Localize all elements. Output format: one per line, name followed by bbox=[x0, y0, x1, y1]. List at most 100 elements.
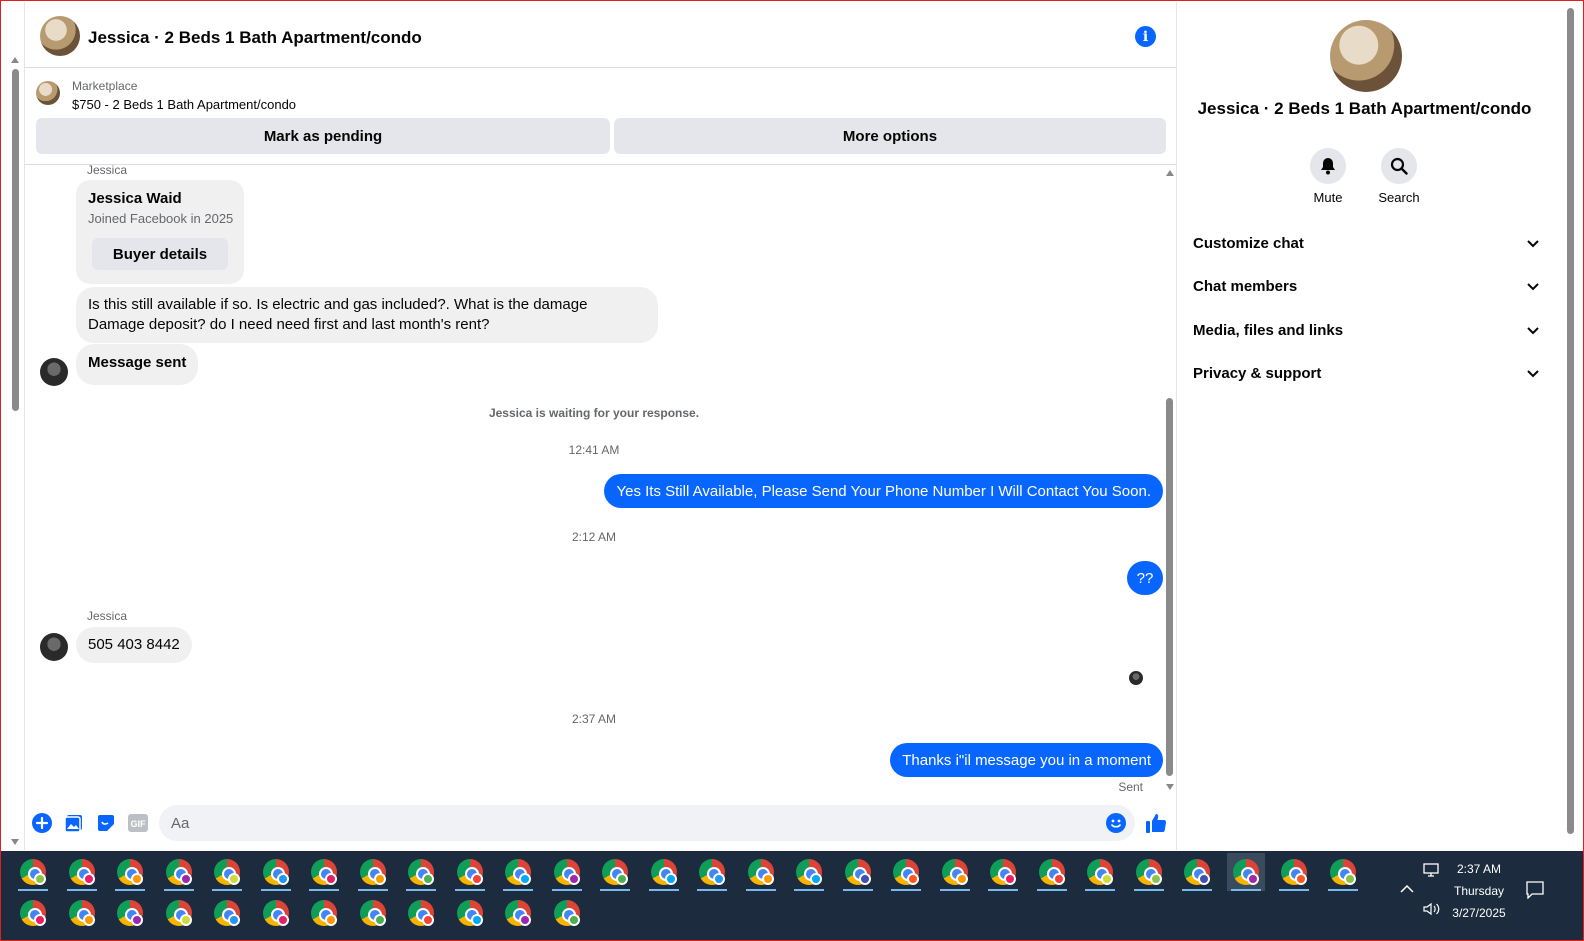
running-indicator bbox=[503, 889, 533, 891]
scroll-thumb[interactable] bbox=[12, 69, 19, 411]
conversation-avatar[interactable] bbox=[40, 16, 80, 56]
taskbar-app-icon[interactable] bbox=[63, 894, 101, 932]
outgoing-message[interactable]: ?? bbox=[1127, 561, 1163, 595]
messages-scrollbar[interactable] bbox=[1164, 168, 1176, 792]
listing-title[interactable]: $750 - 2 Beds 1 Bath Apartment/condo bbox=[72, 97, 296, 112]
scroll-down-arrow[interactable] bbox=[1166, 784, 1174, 790]
taskbar-app-icon[interactable] bbox=[451, 894, 489, 932]
page-scrollbar[interactable] bbox=[8, 55, 22, 847]
profile-badge-icon bbox=[1246, 873, 1259, 885]
message-input[interactable] bbox=[159, 805, 1135, 841]
taskbar-app-icon[interactable] bbox=[354, 894, 392, 932]
scroll-thumb[interactable] bbox=[1166, 398, 1173, 776]
taskbar-app-icon[interactable] bbox=[451, 853, 489, 891]
taskbar-app-icon[interactable] bbox=[111, 853, 149, 891]
more-options-button[interactable]: More options bbox=[614, 118, 1166, 154]
section-chat-members[interactable]: Chat members bbox=[1193, 266, 1540, 306]
taskbar-app-icon[interactable] bbox=[257, 894, 295, 932]
taskbar-app-icon[interactable] bbox=[1226, 853, 1265, 891]
taskbar-app-icon[interactable] bbox=[257, 853, 295, 891]
info-icon[interactable]: i bbox=[1135, 26, 1156, 47]
taskbar-app-icon[interactable] bbox=[305, 894, 343, 932]
taskbar-app-icon[interactable] bbox=[402, 853, 440, 891]
taskbar-app-icon[interactable] bbox=[984, 853, 1022, 891]
taskbar-app-icon[interactable] bbox=[208, 853, 246, 891]
sender-avatar[interactable] bbox=[40, 633, 68, 661]
photo-icon[interactable] bbox=[63, 812, 85, 834]
taskbar-app-icon[interactable] bbox=[14, 894, 52, 932]
taskbar-app-icon[interactable] bbox=[63, 853, 101, 891]
volume-icon[interactable] bbox=[1423, 902, 1441, 919]
taskbar-app-icon[interactable] bbox=[839, 853, 877, 891]
clock-day[interactable]: Thursday bbox=[1450, 884, 1508, 898]
marketplace-label: Marketplace bbox=[72, 79, 138, 93]
listing-thumbnail[interactable] bbox=[36, 81, 60, 105]
section-privacy-support[interactable]: Privacy & support bbox=[1193, 353, 1540, 393]
section-customize-chat[interactable]: Customize chat bbox=[1193, 223, 1540, 263]
taskbar-app-icon[interactable] bbox=[1275, 853, 1313, 891]
taskbar-app-icon[interactable] bbox=[14, 853, 52, 891]
right-scroll-thumb[interactable] bbox=[1567, 8, 1574, 834]
chevron-up-icon[interactable] bbox=[1400, 881, 1414, 897]
taskbar-app-icon[interactable] bbox=[402, 894, 440, 932]
search-action[interactable]: Search bbox=[1369, 148, 1429, 205]
buyer-details-button[interactable]: Buyer details bbox=[92, 238, 228, 270]
taskbar-app-icon[interactable] bbox=[1033, 853, 1071, 891]
profile-badge-icon bbox=[470, 914, 483, 926]
scroll-up-arrow[interactable] bbox=[1166, 170, 1174, 176]
taskbar-app-icon[interactable] bbox=[354, 853, 392, 891]
search-icon[interactable] bbox=[1381, 148, 1417, 184]
taskbar-app-icon[interactable] bbox=[499, 894, 537, 932]
taskbar-app-icon[interactable] bbox=[548, 853, 586, 891]
taskbar-app-icon[interactable] bbox=[208, 894, 246, 932]
profile-badge-icon bbox=[131, 914, 143, 926]
taskbar-app-icon[interactable] bbox=[1130, 853, 1168, 891]
gif-icon[interactable]: GIF bbox=[127, 812, 149, 834]
clock-time[interactable]: 2:37 AM bbox=[1450, 862, 1508, 876]
sender-avatar[interactable] bbox=[40, 358, 68, 386]
profile-badge-icon bbox=[82, 914, 95, 926]
network-icon[interactable] bbox=[1423, 863, 1441, 880]
taskbar-app-icon[interactable] bbox=[596, 853, 634, 891]
taskbar-app-icon[interactable] bbox=[1178, 853, 1216, 891]
notification-icon[interactable] bbox=[1526, 881, 1544, 902]
incoming-message[interactable]: 505 403 8442 bbox=[76, 627, 192, 663]
plus-icon[interactable] bbox=[31, 812, 53, 834]
outgoing-message[interactable]: Yes Its Still Available, Please Send You… bbox=[604, 474, 1163, 508]
running-indicator bbox=[163, 889, 194, 891]
emoji-icon[interactable] bbox=[1105, 812, 1127, 834]
taskbar-app-icon[interactable] bbox=[1081, 853, 1119, 891]
section-media-files[interactable]: Media, files and links bbox=[1193, 310, 1540, 350]
incoming-message[interactable]: Is this still available if so. Is electr… bbox=[76, 287, 658, 343]
mark-pending-button[interactable]: Mark as pending bbox=[36, 118, 610, 154]
chat-title[interactable]: Jessica · 2 Beds 1 Bath Apartment/condo bbox=[88, 28, 422, 48]
scroll-up-arrow[interactable] bbox=[11, 57, 19, 63]
clock-date[interactable]: 3/27/2025 bbox=[1447, 906, 1511, 920]
chat-column: Jessica · 2 Beds 1 Bath Apartment/condo … bbox=[24, 2, 1177, 850]
incoming-message[interactable]: Message sent bbox=[76, 344, 199, 385]
taskbar-app-icon[interactable] bbox=[645, 853, 683, 891]
thumbs-up-icon[interactable] bbox=[1145, 812, 1167, 834]
taskbar-app-icon[interactable] bbox=[742, 853, 780, 891]
taskbar-app-icon[interactable] bbox=[160, 853, 198, 891]
taskbar-app-icon[interactable] bbox=[887, 853, 925, 891]
taskbar-app-icon[interactable] bbox=[111, 894, 149, 932]
right-scrollbar[interactable] bbox=[1564, 2, 1576, 848]
scroll-down-arrow[interactable] bbox=[11, 839, 19, 845]
mute-action[interactable]: Mute bbox=[1298, 148, 1358, 205]
taskbar-app-icon[interactable] bbox=[790, 853, 828, 891]
panel-avatar[interactable] bbox=[1330, 20, 1402, 92]
outgoing-message[interactable]: Thanks i"il message you in a moment bbox=[890, 743, 1163, 777]
taskbar-app-icon[interactable] bbox=[1324, 853, 1362, 891]
taskbar-app-icon[interactable] bbox=[548, 894, 586, 932]
taskbar-app-icon[interactable] bbox=[499, 853, 537, 891]
taskbar-app-icon[interactable] bbox=[160, 894, 198, 932]
taskbar-app-icon[interactable] bbox=[305, 853, 343, 891]
taskbar-app-icon[interactable] bbox=[936, 853, 974, 891]
mute-label: Mute bbox=[1313, 190, 1343, 205]
running-indicator bbox=[891, 889, 921, 891]
sticker-icon[interactable] bbox=[95, 812, 117, 834]
taskbar-app-icon[interactable] bbox=[693, 853, 731, 891]
bell-icon[interactable] bbox=[1310, 148, 1346, 184]
running-indicator bbox=[212, 889, 242, 891]
